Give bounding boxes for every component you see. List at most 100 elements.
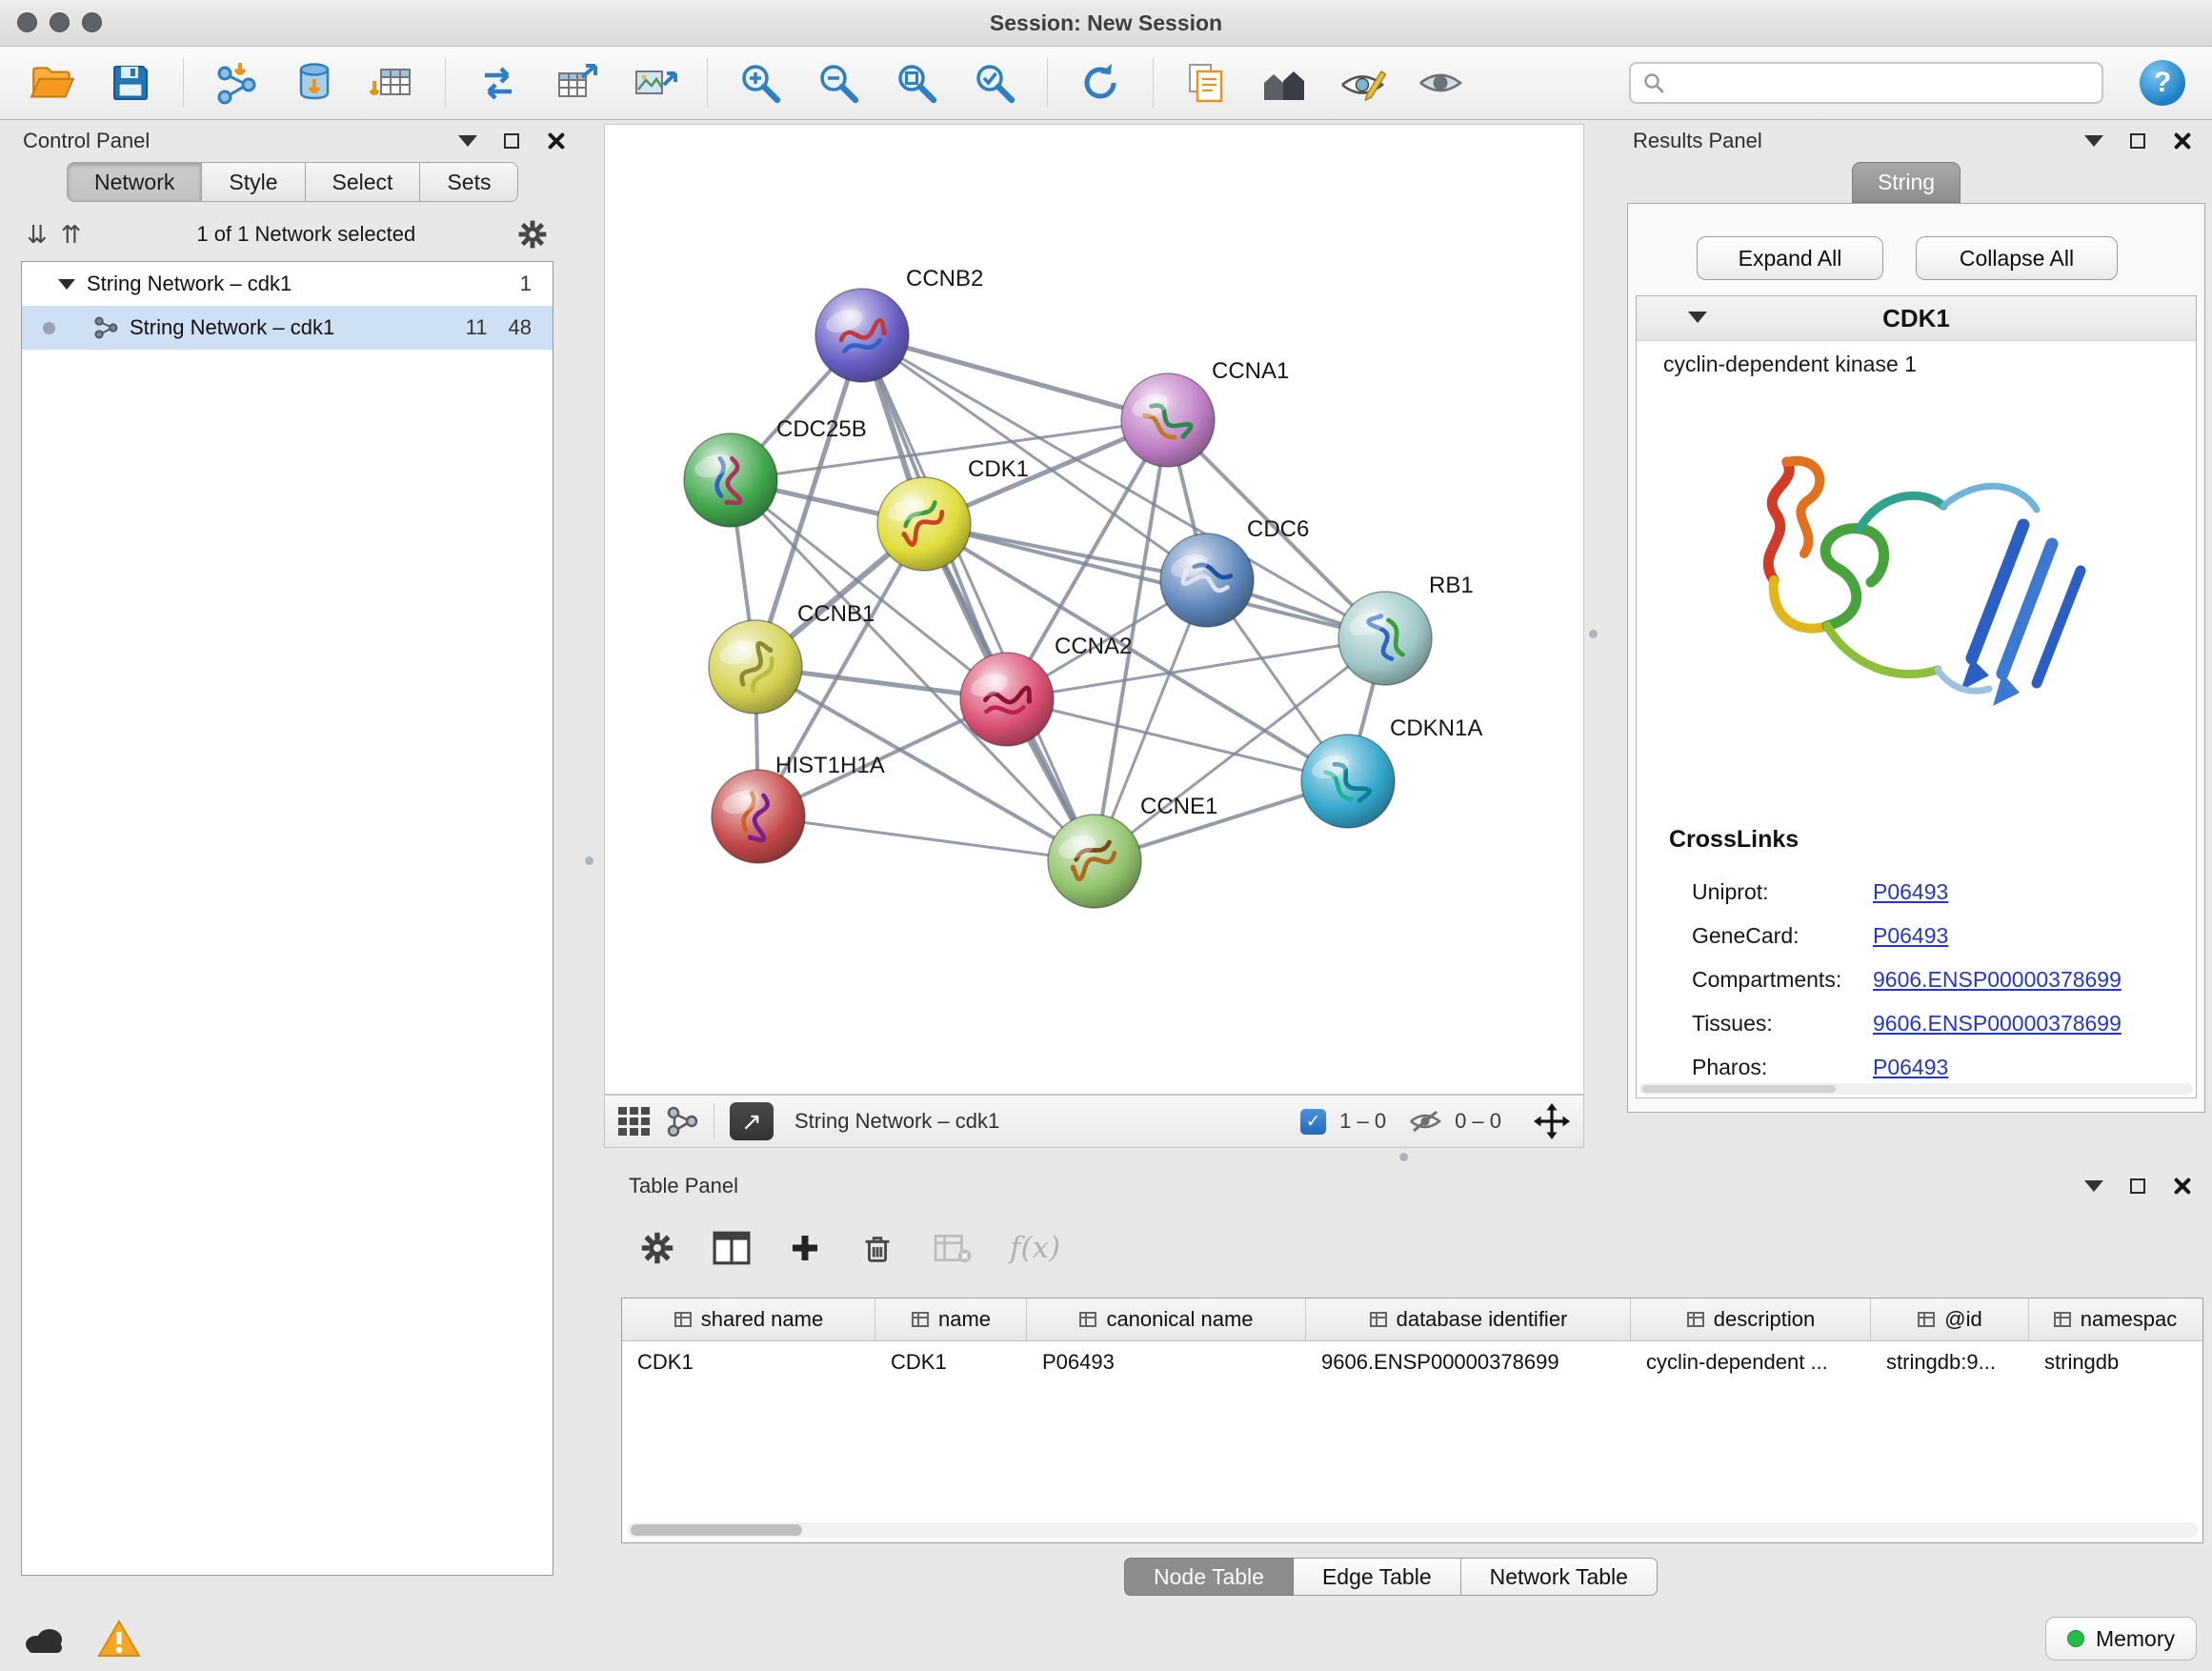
table-cell[interactable]: stringdb: [2029, 1341, 2201, 1383]
zoom-out-button[interactable]: [813, 57, 864, 109]
warnings-button[interactable]: [91, 1617, 147, 1661]
collapse-all-button[interactable]: Collapse All: [1916, 236, 2118, 280]
tab-string[interactable]: String: [1852, 162, 1961, 203]
zoom-selected-button[interactable]: [969, 57, 1020, 109]
search-input[interactable]: [1675, 70, 2090, 96]
panel-close-icon[interactable]: [546, 131, 565, 151]
export-table-button[interactable]: [551, 57, 602, 109]
tab-network-table[interactable]: Network Table: [1461, 1558, 1658, 1596]
refresh-button[interactable]: [1075, 57, 1126, 109]
zoom-in-button[interactable]: [734, 57, 786, 109]
panel-close-icon[interactable]: [2172, 131, 2191, 151]
network-edge[interactable]: [924, 524, 1385, 638]
crosslinks-list: Uniprot:P06493GeneCard:P06493Compartment…: [1692, 870, 2181, 1089]
crosslink-value[interactable]: P06493: [1873, 879, 1948, 905]
hide-graphics-details-button[interactable]: [1337, 57, 1388, 109]
column-header--id[interactable]: @id: [1871, 1299, 2029, 1340]
delete-column-icon[interactable]: [859, 1230, 895, 1266]
network-edge[interactable]: [758, 816, 1095, 861]
document-button[interactable]: [1180, 57, 1232, 109]
network-edge[interactable]: [1007, 699, 1348, 781]
table-cell[interactable]: cyclin-dependent ...: [1631, 1341, 1871, 1383]
tree-expand-icon[interactable]: [58, 279, 75, 290]
panel-menu-icon[interactable]: [2084, 135, 2103, 147]
string-results-box: Expand All Collapse All CDK1 cyclin-depe…: [1627, 203, 2205, 1113]
crosslink-value[interactable]: 9606.ENSP00000378699: [1873, 967, 2122, 993]
column-header-namespac[interactable]: namespac: [2029, 1299, 2201, 1340]
splitter-handle[interactable]: [1399, 1153, 1408, 1161]
network-node-hist1h1a[interactable]: HIST1H1A: [712, 753, 885, 863]
results-hscrollbar-thumb[interactable]: [1642, 1085, 1836, 1093]
network-node-rb1[interactable]: RB1: [1338, 573, 1474, 685]
tab-network[interactable]: Network: [67, 162, 202, 202]
crosslink-value[interactable]: P06493: [1873, 1055, 1948, 1080]
search-box[interactable]: [1629, 62, 2103, 104]
show-graphics-details-button[interactable]: [1415, 57, 1466, 109]
network-node-ccnb2[interactable]: CCNB2: [815, 266, 983, 382]
tab-style[interactable]: Style: [202, 162, 305, 202]
selection-checkbox[interactable]: ✓: [1300, 1109, 1326, 1135]
expand-all-icon[interactable]: ⇈: [61, 222, 82, 247]
table-cell[interactable]: P06493: [1027, 1341, 1306, 1383]
network-label: String Network – cdk1: [130, 315, 334, 340]
grid-view-icon[interactable]: [618, 1107, 651, 1136]
import-table-button[interactable]: [367, 57, 418, 109]
table-cell[interactable]: stringdb:9...: [1871, 1341, 2029, 1383]
panel-menu-icon[interactable]: [458, 135, 477, 147]
column-header-database-identifier[interactable]: database identifier: [1306, 1299, 1631, 1340]
add-column-icon[interactable]: [789, 1232, 821, 1264]
show-columns-icon[interactable]: [713, 1231, 751, 1265]
help-button[interactable]: ?: [2140, 60, 2185, 106]
save-session-button[interactable]: [105, 57, 156, 109]
splitter-handle[interactable]: [1589, 630, 1598, 638]
network-collection-row[interactable]: String Network – cdk1 1: [22, 262, 553, 306]
network-edge[interactable]: [862, 335, 1168, 420]
tab-select[interactable]: Select: [306, 162, 421, 202]
tab-sets[interactable]: Sets: [420, 162, 518, 202]
column-header-shared-name[interactable]: shared name: [622, 1299, 875, 1340]
column-header-description[interactable]: description: [1631, 1299, 1871, 1340]
table-cell[interactable]: CDK1: [622, 1341, 875, 1383]
table-hscrollbar-thumb[interactable]: [631, 1524, 802, 1536]
tab-node-table[interactable]: Node Table: [1124, 1558, 1294, 1596]
home-button[interactable]: [1258, 57, 1310, 109]
crosslink-value[interactable]: P06493: [1873, 923, 1948, 949]
network-node-ccna1[interactable]: CCNA1: [1121, 358, 1289, 467]
zoom-fit-button[interactable]: [891, 57, 942, 109]
network-edge[interactable]: [862, 335, 1095, 861]
panel-float-icon[interactable]: [504, 133, 519, 149]
splitter-handle[interactable]: [585, 856, 593, 865]
panel-menu-icon[interactable]: [2084, 1180, 2103, 1192]
detach-view-button[interactable]: ↗: [730, 1102, 774, 1140]
column-header-canonical-name[interactable]: canonical name: [1027, 1299, 1306, 1340]
export-image-button[interactable]: [629, 57, 680, 109]
memory-button[interactable]: Memory: [2045, 1617, 2197, 1661]
gene-section-header[interactable]: CDK1: [1637, 296, 2196, 341]
network-canvas[interactable]: CCNB2CCNA1CDC25BCDK1CDC6RB1CCNB1CCNA2CDK…: [604, 124, 1584, 1095]
network-row-selected[interactable]: String Network – cdk1 11 48: [22, 306, 553, 350]
table-cell[interactable]: 9606.ENSP00000378699: [1306, 1341, 1631, 1383]
column-header-name[interactable]: name: [875, 1299, 1027, 1340]
table-cell[interactable]: CDK1: [875, 1341, 1027, 1383]
cloud-icon: [20, 1620, 70, 1658]
import-network-button[interactable]: [211, 57, 262, 109]
network-node-cdkn1a[interactable]: CDKN1A: [1301, 715, 1482, 828]
collapse-all-icon[interactable]: ⇊: [27, 222, 48, 247]
network-node-cdk1[interactable]: CDK1: [877, 456, 1029, 571]
network-node-cdc6[interactable]: CDC6: [1160, 516, 1309, 627]
panel-float-icon[interactable]: [2130, 1178, 2145, 1194]
expand-all-button[interactable]: Expand All: [1697, 236, 1883, 280]
move-tool-icon[interactable]: [1534, 1103, 1570, 1139]
import-network-database-button[interactable]: [289, 57, 340, 109]
network-options-gear-icon[interactable]: [517, 219, 548, 250]
tab-edge-table[interactable]: Edge Table: [1294, 1558, 1461, 1596]
layout-arrows-button[interactable]: [473, 57, 524, 109]
table-options-gear-icon[interactable]: [640, 1231, 674, 1265]
panel-float-icon[interactable]: [2130, 133, 2145, 149]
birdseye-view-icon[interactable]: [666, 1106, 698, 1137]
crosslink-value[interactable]: 9606.ENSP00000378699: [1873, 1011, 2122, 1037]
cloud-status-button[interactable]: [17, 1617, 72, 1661]
network-collection-label: String Network – cdk1: [87, 272, 292, 296]
open-session-button[interactable]: [27, 57, 78, 109]
panel-close-icon[interactable]: [2172, 1177, 2191, 1196]
